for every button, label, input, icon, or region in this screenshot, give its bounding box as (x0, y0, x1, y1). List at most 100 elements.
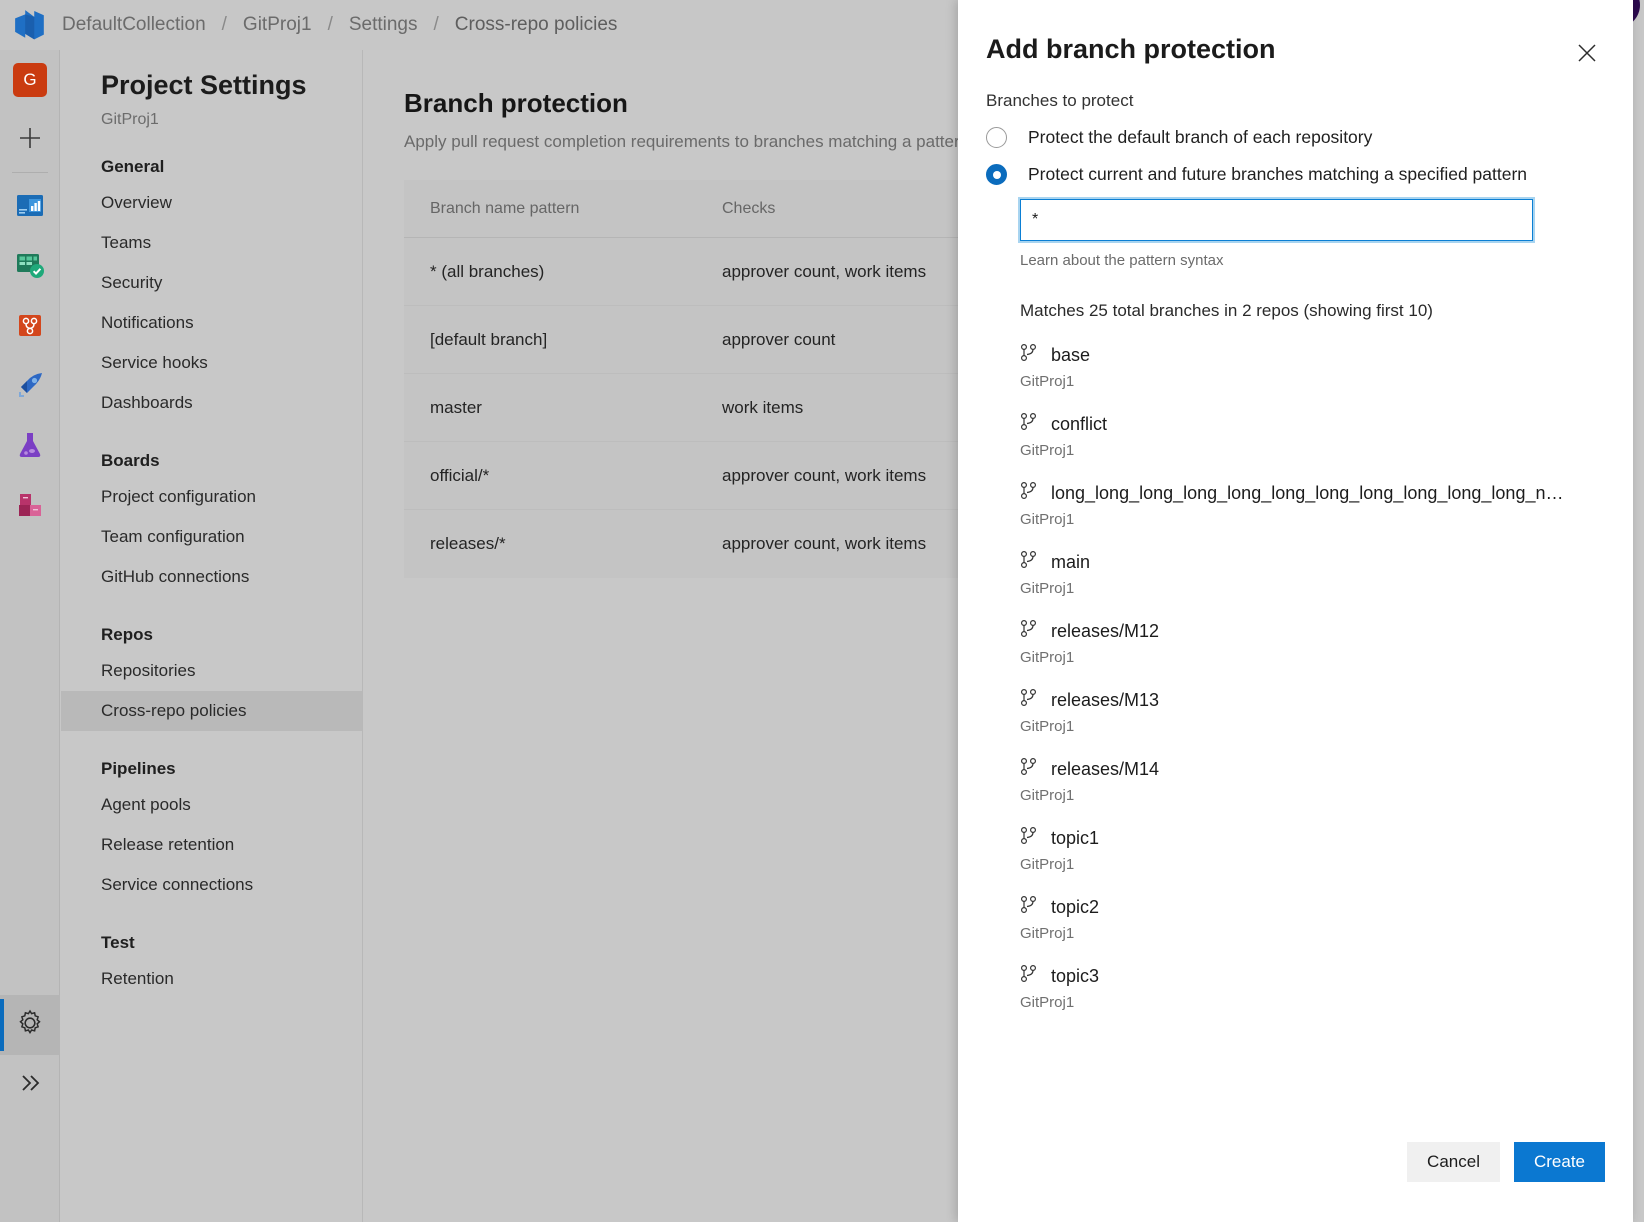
nav-group-test: Test (61, 905, 362, 959)
cell-pattern: master (404, 398, 722, 418)
sidebar-item-service-hooks[interactable]: Service hooks (61, 343, 362, 383)
close-icon[interactable] (1567, 33, 1607, 73)
artifacts-icon (15, 490, 45, 525)
breadcrumb-item-project[interactable]: GitProj1 (241, 14, 314, 36)
pipelines-rocket-icon (15, 370, 45, 405)
rail-item-project-avatar[interactable]: G (0, 50, 60, 110)
git-branch-icon (1020, 964, 1037, 988)
panel-footer: Cancel Create (958, 1132, 1633, 1222)
git-branch-icon (1020, 826, 1037, 850)
branch-repo: GitProj1 (1020, 511, 1605, 528)
branch-name: conflict (1051, 414, 1107, 435)
branch-repo: GitProj1 (1020, 787, 1605, 804)
breadcrumb-item-cross-repo-policies[interactable]: Cross-repo policies (453, 14, 620, 36)
sidebar-item-project-configuration[interactable]: Project configuration (61, 477, 362, 517)
radio-option-default-branch[interactable]: Protect the default branch of each repos… (986, 127, 1605, 148)
list-item: releases/M14 GitProj1 (1020, 757, 1605, 804)
sidebar-item-overview[interactable]: Overview (61, 183, 362, 223)
sidebar-item-repositories[interactable]: Repositories (61, 651, 362, 691)
sidebar-item-release-retention[interactable]: Release retention (61, 825, 362, 865)
rail-item-repos[interactable] (0, 297, 60, 357)
branch-name: base (1051, 345, 1090, 366)
settings-nav-pane: Project Settings GitProj1 General Overvi… (61, 50, 363, 1222)
sidebar-item-dashboards[interactable]: Dashboards (61, 383, 362, 423)
branch-name: releases/M13 (1051, 690, 1159, 711)
sidebar-item-notifications[interactable]: Notifications (61, 303, 362, 343)
git-branch-icon (1020, 895, 1037, 919)
sidebar-item-retention[interactable]: Retention (61, 959, 362, 999)
breadcrumb-item-settings[interactable]: Settings (347, 14, 420, 36)
sidebar-item-security[interactable]: Security (61, 263, 362, 303)
left-rail: G (0, 50, 60, 1222)
git-branch-icon (1020, 481, 1037, 505)
nav-group-general: General (61, 129, 362, 183)
sidebar-item-cross-repo-policies[interactable]: Cross-repo policies (61, 691, 362, 731)
breadcrumb: DefaultCollection / GitProj1 / Settings … (60, 14, 619, 36)
rail-item-overview[interactable] (0, 177, 60, 237)
breadcrumb-separator: / (208, 14, 241, 36)
radio-option-pattern-label: Protect current and future branches matc… (1028, 164, 1527, 185)
branch-name: main (1051, 552, 1090, 573)
cancel-button[interactable]: Cancel (1407, 1142, 1500, 1182)
gear-icon (16, 1009, 44, 1042)
branch-repo: GitProj1 (1020, 580, 1605, 597)
branches-to-protect-label: Branches to protect (986, 91, 1605, 111)
rail-item-create-new[interactable] (0, 110, 60, 170)
nav-group-pipelines: Pipelines (61, 731, 362, 785)
branch-repo: GitProj1 (1020, 442, 1605, 459)
plus-icon (17, 125, 43, 156)
rail-item-artifacts[interactable] (0, 477, 60, 537)
breadcrumb-item-collection[interactable]: DefaultCollection (60, 14, 208, 36)
nav-group-boards: Boards (61, 423, 362, 477)
cell-pattern: releases/* (404, 534, 722, 554)
panel-body: Branches to protect Protect the default … (958, 65, 1633, 1132)
overview-icon (15, 190, 45, 225)
panel-header: Add branch protection (958, 0, 1633, 65)
rail-item-boards[interactable] (0, 237, 60, 297)
branch-name: topic2 (1051, 897, 1099, 918)
branch-name: releases/M12 (1051, 621, 1159, 642)
radio-unchecked-icon (986, 127, 1007, 148)
nav-group-repos: Repos (61, 597, 362, 651)
radio-option-pattern[interactable]: Protect current and future branches matc… (986, 164, 1605, 185)
git-branch-icon (1020, 688, 1037, 712)
test-plans-flask-icon (15, 430, 45, 465)
cell-pattern: official/* (404, 466, 722, 486)
radio-option-default-branch-label: Protect the default branch of each repos… (1028, 127, 1372, 148)
branch-repo: GitProj1 (1020, 856, 1605, 873)
sidebar-item-team-configuration[interactable]: Team configuration (61, 517, 362, 557)
sidebar-item-github-connections[interactable]: GitHub connections (61, 557, 362, 597)
add-branch-protection-panel: Add branch protection Branches to protec… (958, 0, 1633, 1222)
azure-devops-logo-icon[interactable] (0, 8, 60, 42)
rail-divider (12, 172, 48, 173)
list-item: topic3 GitProj1 (1020, 964, 1605, 1011)
matched-branch-list: base GitProj1 (1020, 343, 1605, 1011)
git-branch-icon (1020, 343, 1037, 367)
list-item: topic2 GitProj1 (1020, 895, 1605, 942)
boards-icon (15, 250, 45, 285)
project-badge-icon: G (13, 63, 47, 97)
sidebar-item-agent-pools[interactable]: Agent pools (61, 785, 362, 825)
app-root: DefaultCollection / GitProj1 / Settings … (0, 0, 1644, 1222)
branch-repo: GitProj1 (1020, 994, 1605, 1011)
sidebar-item-teams[interactable]: Teams (61, 223, 362, 263)
pattern-field-wrap: Learn about the pattern syntax (1020, 199, 1605, 269)
list-item: base GitProj1 (1020, 343, 1605, 390)
sidebar-item-service-connections[interactable]: Service connections (61, 865, 362, 905)
breadcrumb-separator: / (314, 14, 347, 36)
column-header-pattern: Branch name pattern (404, 200, 722, 218)
rail-item-expand[interactable] (0, 1055, 60, 1115)
radio-checked-icon (986, 164, 1007, 185)
nav-subtitle: GitProj1 (61, 101, 362, 129)
branch-pattern-input[interactable] (1020, 199, 1533, 241)
git-branch-icon (1020, 550, 1037, 574)
create-button[interactable]: Create (1514, 1142, 1605, 1182)
pattern-syntax-link[interactable]: Learn about the pattern syntax (1020, 252, 1605, 269)
branch-name: long_long_long_long_long_long_long_long_… (1051, 483, 1571, 504)
branch-name: topic3 (1051, 966, 1099, 987)
git-branch-icon (1020, 412, 1037, 436)
rail-item-test-plans[interactable] (0, 417, 60, 477)
rail-item-project-settings[interactable] (0, 995, 60, 1055)
list-item: releases/M13 GitProj1 (1020, 688, 1605, 735)
rail-item-pipelines[interactable] (0, 357, 60, 417)
